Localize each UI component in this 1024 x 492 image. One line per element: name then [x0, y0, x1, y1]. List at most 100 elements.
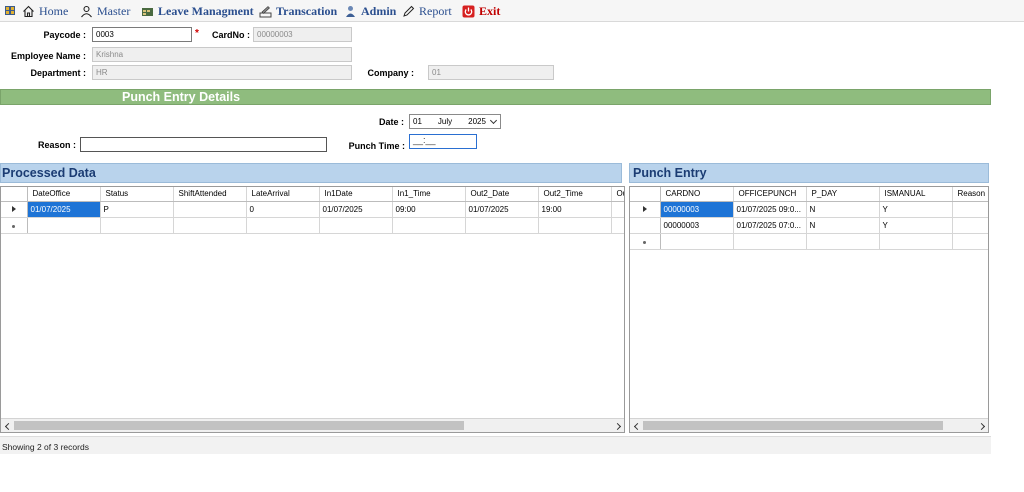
table-cell[interactable] [319, 217, 393, 234]
admin-person-icon [344, 5, 357, 18]
scroll-left-icon[interactable] [2, 421, 12, 431]
processed-horizontal-scrollbar[interactable] [1, 418, 624, 432]
table-cell[interactable] [27, 217, 101, 234]
column-header[interactable]: Ou [611, 187, 624, 202]
column-header[interactable]: Reason [952, 187, 988, 202]
menu-home[interactable]: Home [22, 4, 68, 19]
table-row[interactable]: 00000003 01/07/2025 09:0... N Y [630, 201, 988, 218]
table-cell[interactable] [879, 233, 953, 250]
table-cell[interactable] [952, 233, 988, 250]
column-header[interactable]: ISMANUAL [879, 187, 953, 202]
table-cell[interactable]: 01/07/2025 [319, 201, 393, 218]
table-cell[interactable]: N [806, 201, 880, 218]
menu-master[interactable]: Master [80, 4, 130, 19]
new-row[interactable] [1, 217, 624, 234]
menu-exit[interactable]: Exit [462, 4, 500, 19]
column-header[interactable]: P_DAY [806, 187, 880, 202]
column-header[interactable]: In1Date [319, 187, 393, 202]
department-label: Department : [30, 68, 86, 78]
column-header[interactable]: CARDNO [660, 187, 734, 202]
employee-name-field: Krishna [92, 47, 352, 62]
scroll-left-icon[interactable] [631, 421, 641, 431]
column-header[interactable]: ShiftAttended [173, 187, 247, 202]
table-cell[interactable]: Y [879, 201, 953, 218]
table-cell[interactable] [538, 217, 612, 234]
table-cell[interactable]: 09:00 [392, 201, 466, 218]
table-cell[interactable]: 01/07/2025 09:0... [733, 201, 807, 218]
table-row[interactable]: 00000003 01/07/2025 07:0... N Y [630, 217, 988, 234]
punch-time-input[interactable]: __:__ [409, 134, 477, 149]
table-cell[interactable]: 00000003 [660, 217, 734, 234]
punch-horizontal-scrollbar[interactable] [630, 418, 988, 432]
table-cell[interactable] [806, 233, 880, 250]
column-header[interactable]: In1_Time [392, 187, 466, 202]
menu-admin-label: Admin [361, 4, 397, 18]
scrollbar-thumb[interactable] [643, 421, 943, 430]
table-cell[interactable] [611, 217, 624, 234]
table-cell[interactable] [611, 201, 624, 218]
new-row-marker-icon [1, 217, 28, 234]
company-label: Company : [367, 68, 414, 78]
table-cell[interactable]: 01/07/2025 07:0... [733, 217, 807, 234]
table-cell[interactable]: 00000003 [660, 201, 734, 218]
pen-icon [402, 5, 415, 18]
cardno-label: CardNo : [212, 30, 250, 40]
processed-data-header: Processed Data [0, 163, 622, 183]
menu-transcation[interactable]: Transcation [259, 4, 337, 19]
department-field: HR [92, 65, 352, 80]
table-cell[interactable] [733, 233, 807, 250]
column-header[interactable]: OFFICEPUNCH [733, 187, 807, 202]
current-row-arrow-icon [1, 201, 28, 218]
column-header[interactable]: LateArrival [246, 187, 320, 202]
date-picker[interactable]: 01 July 2025 [409, 114, 501, 129]
table-cell[interactable] [392, 217, 466, 234]
menu-admin[interactable]: Admin [344, 4, 396, 19]
table-cell[interactable]: P [100, 201, 174, 218]
scroll-right-icon[interactable] [613, 421, 623, 431]
table-cell[interactable] [173, 201, 247, 218]
punch-entry-details-band: Punch Entry Details [0, 89, 991, 105]
menu-home-label: Home [39, 4, 69, 18]
table-cell[interactable] [952, 217, 988, 234]
table-cell[interactable] [660, 233, 734, 250]
chevron-down-icon[interactable] [488, 116, 499, 127]
reason-input[interactable] [80, 137, 327, 152]
table-cell[interactable] [100, 217, 174, 234]
row-header-corner [630, 187, 661, 202]
app-grid-icon [5, 6, 15, 15]
table-cell[interactable]: 01/07/2025 [465, 201, 539, 218]
new-row-marker-icon [630, 233, 661, 250]
table-cell[interactable]: 19:00 [538, 201, 612, 218]
table-cell[interactable] [173, 217, 247, 234]
processed-header-row: DateOffice Status ShiftAttended LateArri… [1, 187, 624, 202]
power-icon [462, 5, 475, 18]
scroll-right-icon[interactable] [977, 421, 987, 431]
column-header[interactable]: Status [100, 187, 174, 202]
table-cell[interactable] [465, 217, 539, 234]
menu-leave-managment[interactable]: Leave Managment [141, 4, 254, 19]
menu-report[interactable]: Report [402, 4, 452, 19]
table-cell[interactable]: Y [879, 217, 953, 234]
table-cell[interactable]: N [806, 217, 880, 234]
date-year: 2025 [468, 117, 486, 126]
table-row[interactable]: 01/07/2025 P 0 01/07/2025 09:00 01/07/20… [1, 201, 624, 218]
menu-transcation-label: Transcation [276, 4, 338, 18]
home-icon [22, 5, 35, 18]
menu-report-label: Report [419, 4, 452, 18]
new-row[interactable] [630, 233, 988, 250]
column-header[interactable]: Out2_Date [465, 187, 539, 202]
table-cell[interactable]: 0 [246, 201, 320, 218]
reason-label: Reason : [37, 140, 76, 150]
paycode-input[interactable]: 0003 [92, 27, 192, 42]
table-cell[interactable] [246, 217, 320, 234]
table-cell[interactable]: 01/07/2025 [27, 201, 101, 218]
column-header[interactable]: Out2_Time [538, 187, 612, 202]
required-marker: * [195, 28, 199, 39]
record-count-text: Showing 2 of 3 records [2, 442, 89, 452]
punch-header-row: CARDNO OFFICEPUNCH P_DAY ISMANUAL Reason [630, 187, 988, 202]
punch-entry-header: Punch Entry [629, 163, 989, 183]
date-day: 01 [413, 117, 422, 126]
column-header[interactable]: DateOffice [27, 187, 101, 202]
table-cell[interactable] [952, 201, 988, 218]
scrollbar-thumb[interactable] [14, 421, 464, 430]
